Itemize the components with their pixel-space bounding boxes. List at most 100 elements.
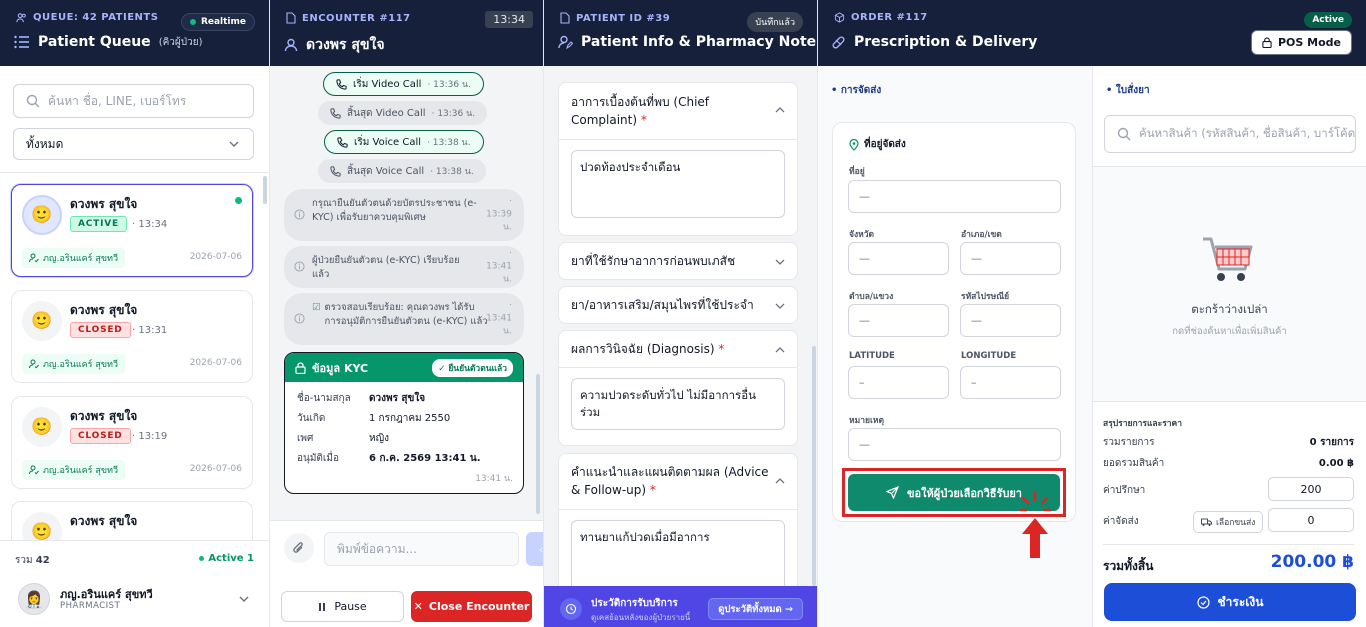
pay-button[interactable]: ชำระเงิน xyxy=(1104,583,1356,621)
user-avatar[interactable]: 👩‍⚕️ xyxy=(18,583,50,615)
system-message: ผู้ป่วยยืนยันตัวตน (e-KYC) เรียบร้อยแล้ว… xyxy=(284,246,524,288)
user-icon xyxy=(284,38,298,52)
divider xyxy=(0,172,269,173)
kyc-time: 13:41 น. xyxy=(475,474,513,484)
send-button[interactable]: ‹ xyxy=(526,532,543,566)
postcode-label: รหัสไปรษณีย์ xyxy=(961,292,1010,302)
section-title[interactable]: คำแนะนำและแผนติดตามผล (Advice & Follow-u… xyxy=(571,463,777,499)
note-input[interactable]: — xyxy=(848,428,1061,461)
kyc-row: ชื่อ-นามสกุล ดวงพร สุขใจ xyxy=(297,393,426,404)
grand-total-value: 200.00 ฿ xyxy=(1270,552,1354,572)
queue-date: 2026-07-06 xyxy=(189,464,242,474)
queue-time: · 13:34 xyxy=(132,219,168,230)
patient-title: Patient Info & Pharmacy Note xyxy=(581,34,817,50)
chevron-down-icon xyxy=(229,141,239,147)
chief-complaint-input[interactable]: ปวดท้องประจำเดือน xyxy=(571,150,785,218)
info-icon xyxy=(294,209,305,220)
truck-icon xyxy=(1201,518,1212,527)
call-event: เริ่ม Voice Call · 13:38 น. xyxy=(324,130,484,154)
prescription-panel: • ใบสั่งยา ค้นหาสินค้า (รหัสสินค้า, ชื่อ… xyxy=(1092,66,1366,627)
section-title[interactable]: อาการเบื้องต้นที่พบ (Chief Complaint) * xyxy=(571,93,771,129)
prior-medication-section[interactable]: ยาที่ใช้รักษาอาการก่อนพบเภสัช xyxy=(558,242,798,280)
district-input[interactable]: — xyxy=(960,242,1061,275)
subdistrict-input[interactable]: — xyxy=(848,304,949,337)
patient-kicker: PATIENT ID #39 xyxy=(576,12,671,24)
call-event: เริ่ม Video Call · 13:36 น. xyxy=(323,72,484,96)
close-encounter-button[interactable]: ✕ Close Encounter xyxy=(411,591,532,622)
check-circle-icon xyxy=(1196,595,1210,609)
paperclip-icon[interactable] xyxy=(284,533,314,563)
regular-supplements-section[interactable]: ยา/อาหารเสริม/สมุนไพรที่ใช้ประจำ xyxy=(558,286,798,324)
queue-card[interactable]: 🙂 ดวงพร สุขใจ CLOSED · 13:31 ภญ.อรินแคร์… xyxy=(11,290,253,383)
province-input[interactable]: — xyxy=(848,242,949,275)
call-event: สิ้นสุด Video Call · 13:36 น. xyxy=(318,101,488,125)
queue-title: Patient Queue xyxy=(38,34,151,50)
chat-scrollbar[interactable] xyxy=(536,374,540,514)
chevron-down-icon[interactable] xyxy=(239,596,249,602)
kyc-row: อนุมัติเมื่อ 6 ก.ค. 2569 13:41 น. xyxy=(297,453,481,464)
encounter-kicker: ENCOUNTER #117 xyxy=(302,12,411,24)
order-header: ORDER #117 Prescription & Delivery Activ… xyxy=(818,0,1366,66)
queue-date: 2026-07-06 xyxy=(189,358,242,368)
patient-queue-panel: QUEUE: 42 PATIENTS Patient Queue (คิวผู้… xyxy=(0,0,270,627)
pause-button[interactable]: Pause xyxy=(281,591,404,622)
user-edit-icon xyxy=(558,35,573,49)
queue-card[interactable]: 🙂 ดวงพร สุขใจ CLOSED · 13:19 ภญ.อรินแคร์… xyxy=(11,396,253,489)
cart-area: ตะกร้าว่างเปล่า กดที่ช่องค้นหาเพื่อเพิ่ม… xyxy=(1093,166,1366,402)
queue-header: QUEUE: 42 PATIENTS Patient Queue (คิวผู้… xyxy=(0,0,269,66)
kyc-row: วันเกิด 1 กรกฎาคม 2550 xyxy=(297,413,451,424)
view-history-button[interactable]: ดูประวัติทั้งหมด → xyxy=(708,598,803,620)
divider xyxy=(559,509,797,510)
encounter-time-badge: 13:34 xyxy=(485,11,533,28)
message-input[interactable]: พิมพ์ข้อความ... xyxy=(324,532,519,566)
consult-fee-input[interactable]: 200 xyxy=(1268,477,1354,501)
shopping-cart-icon xyxy=(1199,231,1257,289)
queue-filter-select[interactable]: ทั้งหมด xyxy=(13,128,254,160)
history-title: ประวัติการรับบริการ xyxy=(591,598,678,609)
kyc-card: ข้อมูล KYC ✓ ยืนยันตัวตนแล้ว ชื่อ-นามสกุ… xyxy=(284,352,524,494)
active-dot xyxy=(199,556,205,561)
queue-subtitle: (คิวผู้ป่วย) xyxy=(158,36,203,48)
pos-mode-button[interactable]: POS Mode xyxy=(1250,30,1352,55)
select-shipping-button[interactable]: เลือกขนส่ง xyxy=(1193,511,1264,533)
postcode-input[interactable]: — xyxy=(960,304,1061,337)
grand-total-label: รวมทั้งสิ้น xyxy=(1103,559,1154,573)
queue-date: 2026-07-06 xyxy=(189,252,242,262)
patient-avatar: 🙂 xyxy=(22,301,62,341)
form-scrollbar[interactable] xyxy=(812,346,816,586)
patient-name: ดวงพร สุขใจ xyxy=(70,409,138,423)
search-icon xyxy=(26,94,40,108)
diagnosis-section: ผลการวินิจฉัย (Diagnosis) * ความปวดระดับ… xyxy=(558,330,798,446)
queue-card[interactable]: 🙂 ดวงพร สุขใจ ACTIVE · 13:34 ภญ.อรินแคร์… xyxy=(11,184,253,277)
order-kicker: ORDER #117 xyxy=(851,12,928,23)
patient-avatar: 🙂 xyxy=(22,407,62,447)
latitude-input[interactable]: – xyxy=(848,366,949,399)
divider xyxy=(559,139,797,140)
close-icon: ✕ xyxy=(413,600,423,613)
pill-icon xyxy=(831,35,846,50)
lock-icon xyxy=(1262,37,1272,48)
history-subtitle: ดูเคสย้อนหลังของผู้ป่วยรายนี้ xyxy=(591,613,691,622)
note-label: หมายเหตุ xyxy=(849,416,884,426)
product-search-input[interactable]: ค้นหาสินค้า (รหัสสินค้า, ชื่อสินค้า, บาร… xyxy=(1104,115,1356,153)
chevron-up-icon[interactable] xyxy=(775,347,785,353)
queue-search-input[interactable]: ค้นหา ชื่อ, LINE, เบอร์โทร xyxy=(13,84,254,118)
total-count: รวม 42 xyxy=(15,555,50,566)
longitude-input[interactable]: – xyxy=(960,366,1061,399)
chevron-up-icon[interactable] xyxy=(775,478,785,484)
cart-hint-text: กดที่ช่องค้นหาเพื่อเพิ่มสินค้า xyxy=(1172,326,1287,337)
patient-name: ดวงพร สุขใจ xyxy=(70,197,138,211)
encounter-footer: พิมพ์ข้อความ... ‹ Pause ✕ Close Encounte… xyxy=(270,520,543,627)
section-title[interactable]: ผลการวินิจฉัย (Diagnosis) * xyxy=(571,340,771,358)
encounter-header: ENCOUNTER #117 ดวงพร สุขใจ 13:34 xyxy=(270,0,543,66)
map-pin-icon xyxy=(849,138,859,151)
address-label: ที่อยู่ xyxy=(849,167,865,177)
queue-scrollbar[interactable] xyxy=(263,176,267,204)
address-input[interactable]: — xyxy=(848,180,1061,213)
check-square-icon: ☑ xyxy=(312,302,321,313)
kyc-header: ข้อมูล KYC ✓ ยืนยันตัวตนแล้ว xyxy=(285,353,523,382)
box-icon xyxy=(834,12,845,23)
shipping-fee-input[interactable]: 0 xyxy=(1268,508,1354,532)
chevron-up-icon[interactable] xyxy=(775,107,785,113)
diagnosis-input[interactable]: ความปวดระดับทั่วไป ไม่มีอาการอื่นร่วม xyxy=(571,378,785,430)
